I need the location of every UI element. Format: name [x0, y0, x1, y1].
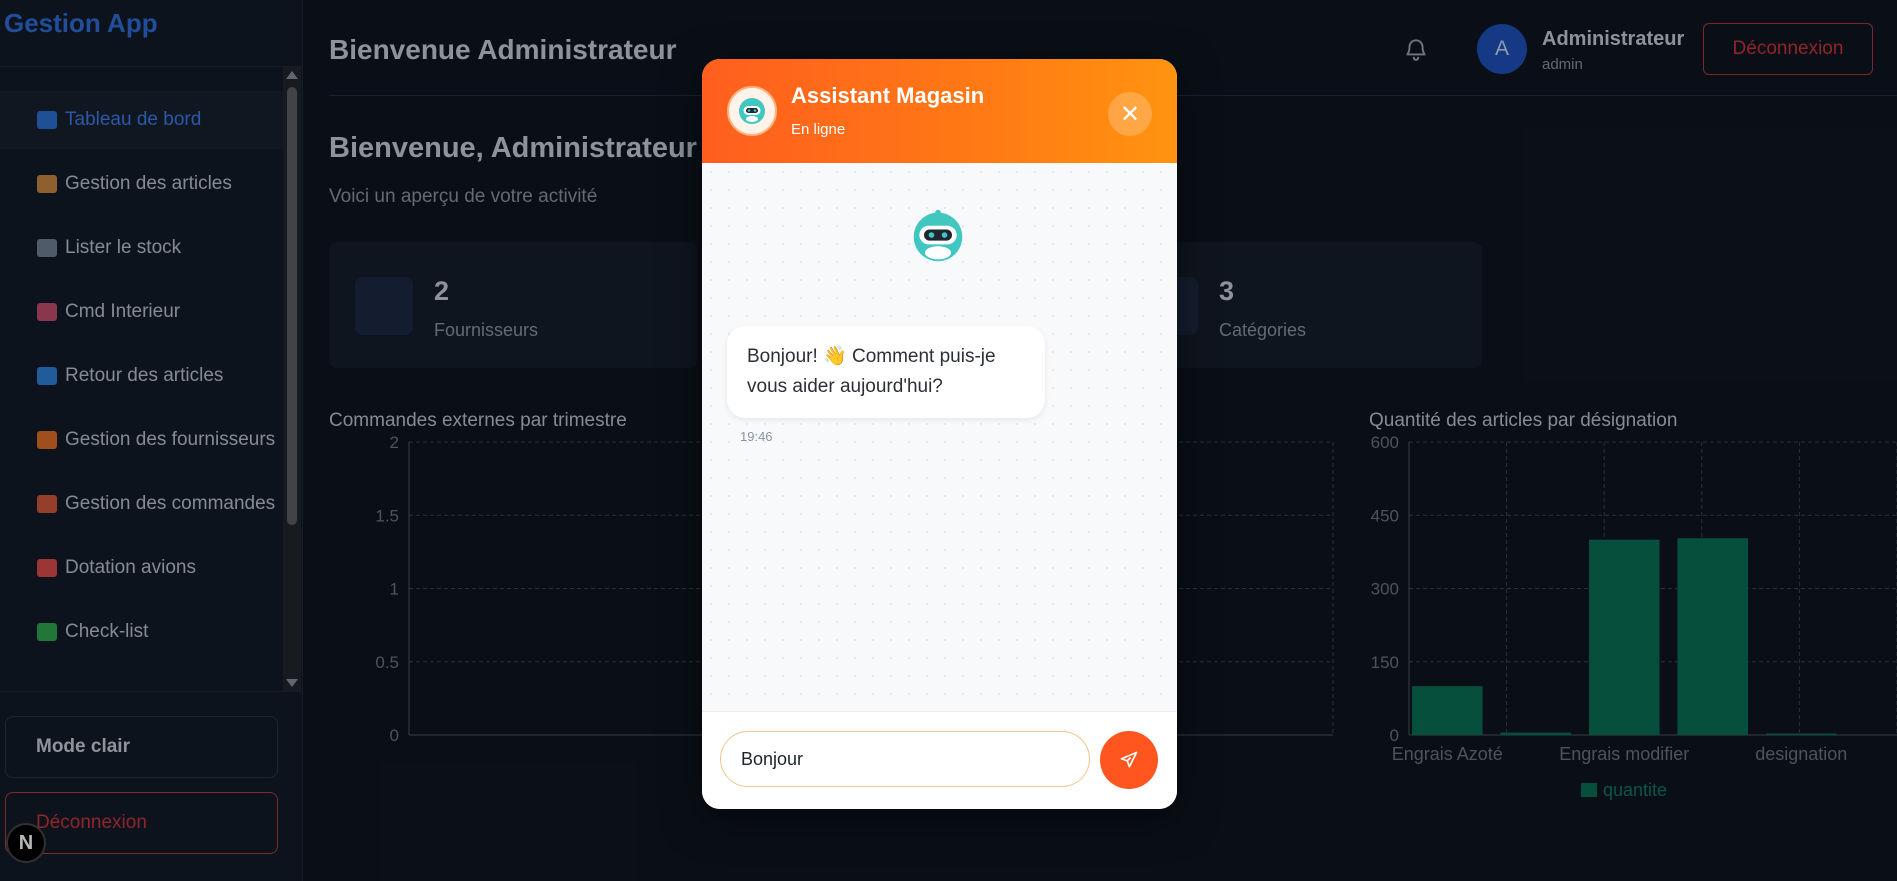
send-button[interactable] — [1100, 731, 1158, 789]
bot-message-bubble: Bonjour! 👋 Comment puis-je vous aider au… — [727, 326, 1045, 418]
chat-widget: Assistant Magasin En ligne ✕ Bonjour! 👋 … — [702, 59, 1177, 809]
robot-avatar-icon — [727, 86, 777, 136]
chat-header: Assistant Magasin En ligne ✕ — [702, 59, 1177, 163]
chat-status: En ligne — [791, 121, 846, 138]
message-timestamp: 19:46 — [740, 429, 773, 444]
chat-messages[interactable]: Bonjour! 👋 Comment puis-je vous aider au… — [702, 163, 1177, 711]
chat-footer — [702, 711, 1177, 809]
robot-mascot-icon — [913, 209, 963, 262]
chat-title: Assistant Magasin — [791, 83, 985, 108]
send-icon — [1120, 751, 1138, 768]
close-icon[interactable]: ✕ — [1108, 92, 1152, 136]
chat-message-input[interactable] — [720, 731, 1090, 787]
